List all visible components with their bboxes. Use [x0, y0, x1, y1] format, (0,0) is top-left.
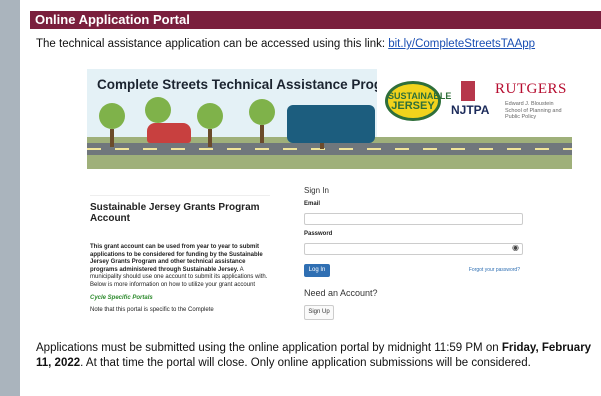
car-illustration	[147, 123, 191, 143]
application-link[interactable]: bit.ly/CompleteStreetsTAApp	[388, 38, 535, 50]
program-banner: Complete Streets Technical Assistance Pr…	[87, 69, 572, 169]
njtpa-logo: NJTPA	[451, 103, 490, 117]
partner-logos: SUSTAINABLE JERSEY NJTPA RUTGERS Edward …	[377, 69, 572, 137]
grant-account-description: This grant account can be used from year…	[90, 244, 268, 288]
grant-account-title: Sustainable Jersey Grants Program Accoun…	[90, 195, 270, 224]
password-label: Password	[304, 231, 333, 237]
tree-illustration	[99, 103, 125, 147]
need-account-heading: Need an Account?	[304, 288, 378, 298]
intro-text: The technical assistance application can…	[36, 38, 389, 50]
sustainable-jersey-logo: SUSTAINABLE JERSEY	[385, 81, 451, 121]
password-field[interactable]: ◉	[304, 243, 523, 255]
login-button[interactable]: Log In	[304, 264, 330, 277]
eye-icon[interactable]: ◉	[512, 243, 519, 252]
cycle-portals-link[interactable]: Cycle Specific Portals	[90, 295, 270, 301]
email-field[interactable]	[304, 213, 523, 225]
tree-illustration	[197, 103, 223, 147]
grant-account-panel: Sustainable Jersey Grants Program Accoun…	[90, 195, 270, 313]
portal-note: Note that this portal is specific to the…	[90, 306, 214, 313]
email-label: Email	[304, 201, 321, 207]
rutgers-subtitle: Edward J. Bloustein School of Planning a…	[505, 101, 562, 120]
deadline-paragraph: Applications must be submitted using the…	[36, 342, 592, 369]
signin-form: Sign In Email Password ◉ Log In Forgot y…	[304, 186, 524, 320]
document-page: Online Application Portal The technical …	[20, 0, 601, 396]
njtpa-mark-icon	[461, 81, 475, 101]
bus-illustration	[287, 105, 375, 143]
section-header: Online Application Portal	[30, 11, 601, 29]
intro-paragraph: The technical assistance application can…	[36, 38, 535, 50]
signup-button[interactable]: Sign Up	[304, 305, 334, 320]
banner-title: Complete Streets Technical Assistance Pr…	[97, 77, 407, 92]
rutgers-logo: RUTGERS	[495, 81, 567, 97]
tree-illustration	[249, 99, 275, 143]
signin-title: Sign In	[304, 186, 329, 195]
forgot-password-link[interactable]: Forgot your password?	[469, 267, 520, 273]
